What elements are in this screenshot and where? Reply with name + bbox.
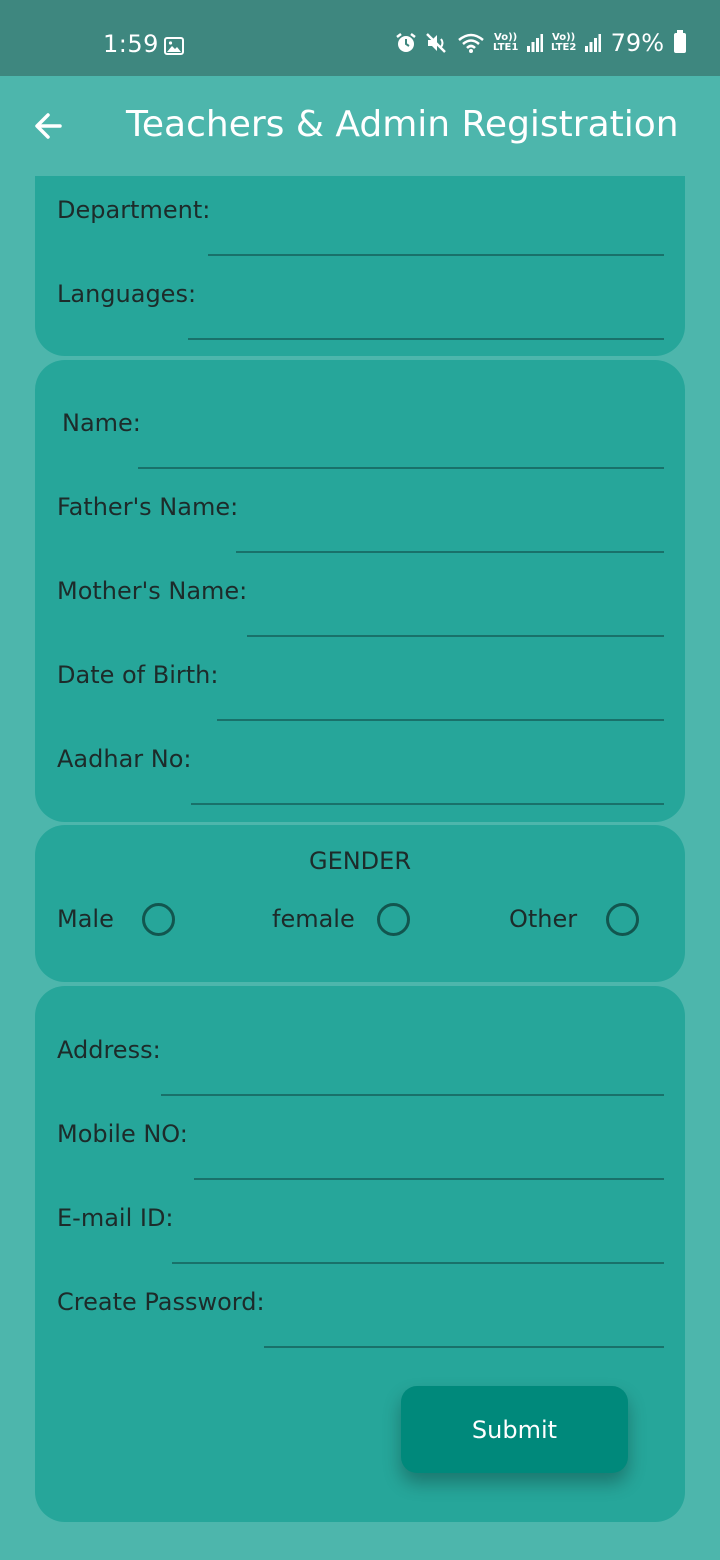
password-input[interactable] (264, 1308, 664, 1348)
mobile-row: Mobile NO: (57, 1120, 664, 1180)
personal-details-card: Name: Father's Name: Mother's Name: Date… (35, 360, 685, 822)
status-bar: 1:59 Vo)) LTE1 Vo)) LTE2 79% (0, 0, 720, 76)
status-time: 1:59 (103, 30, 159, 58)
mother-name-row: Mother's Name: (57, 577, 664, 637)
male-radio[interactable] (142, 903, 175, 936)
aadhar-row: Aadhar No: (57, 745, 664, 805)
languages-row: Languages: (57, 280, 664, 340)
status-icons: Vo)) LTE1 Vo)) LTE2 79% (395, 28, 686, 58)
mobile-label: Mobile NO: (57, 1120, 188, 1148)
network2-label: Vo)) LTE2 (550, 32, 577, 53)
mother-name-input[interactable] (247, 597, 664, 637)
email-label: E-mail ID: (57, 1204, 174, 1232)
signal1-icon (526, 34, 543, 52)
dob-input[interactable] (217, 681, 664, 721)
father-name-row: Father's Name: (57, 493, 664, 553)
gender-card: GENDER Male female Other (35, 825, 685, 982)
signal2-icon (584, 34, 601, 52)
name-input[interactable] (138, 429, 664, 469)
wifi-icon (457, 32, 485, 54)
back-arrow-icon[interactable] (30, 106, 70, 146)
father-name-input[interactable] (236, 513, 664, 553)
aadhar-label: Aadhar No: (57, 745, 192, 773)
alarm-icon (395, 32, 417, 54)
battery-icon (674, 30, 686, 53)
mute-icon (425, 32, 449, 54)
battery-percent: 79% (610, 29, 664, 57)
department-card: Department: Languages: (35, 176, 685, 356)
department-row: Department: (57, 196, 664, 256)
gallery-notification-icon (164, 37, 184, 55)
app-bar: Teachers & Admin Registration (0, 76, 720, 176)
contact-card: Address: Mobile NO: E-mail ID: Create Pa… (35, 986, 685, 1522)
gender-option-female[interactable]: female (272, 903, 412, 937)
dob-label: Date of Birth: (57, 661, 219, 689)
email-input[interactable] (172, 1224, 664, 1264)
languages-label: Languages: (57, 280, 197, 308)
mobile-input[interactable] (194, 1140, 664, 1180)
name-label: Name: (62, 409, 141, 437)
address-label: Address: (57, 1036, 161, 1064)
other-label: Other (509, 905, 578, 933)
aadhar-input[interactable] (191, 765, 664, 805)
address-row: Address: (57, 1036, 664, 1096)
languages-input[interactable] (188, 300, 664, 340)
female-label: female (272, 905, 355, 933)
email-row: E-mail ID: (57, 1204, 664, 1264)
gender-option-male[interactable]: Male (57, 903, 177, 937)
dob-row: Date of Birth: (57, 661, 664, 721)
submit-button[interactable]: Submit (401, 1386, 628, 1473)
password-label: Create Password: (57, 1288, 265, 1316)
address-input[interactable] (161, 1056, 664, 1096)
gender-option-other[interactable]: Other (509, 903, 644, 937)
other-radio[interactable] (606, 903, 639, 936)
password-row: Create Password: (57, 1288, 664, 1348)
gender-title: GENDER (308, 847, 412, 875)
network1-label: Vo)) LTE1 (492, 32, 519, 53)
department-label: Department: (57, 196, 211, 224)
father-name-label: Father's Name: (57, 493, 239, 521)
page-title: Teachers & Admin Registration (126, 104, 679, 145)
mother-name-label: Mother's Name: (57, 577, 248, 605)
male-label: Male (57, 905, 114, 933)
female-radio[interactable] (377, 903, 410, 936)
name-row: Name: (57, 409, 664, 469)
department-input[interactable] (208, 216, 664, 256)
